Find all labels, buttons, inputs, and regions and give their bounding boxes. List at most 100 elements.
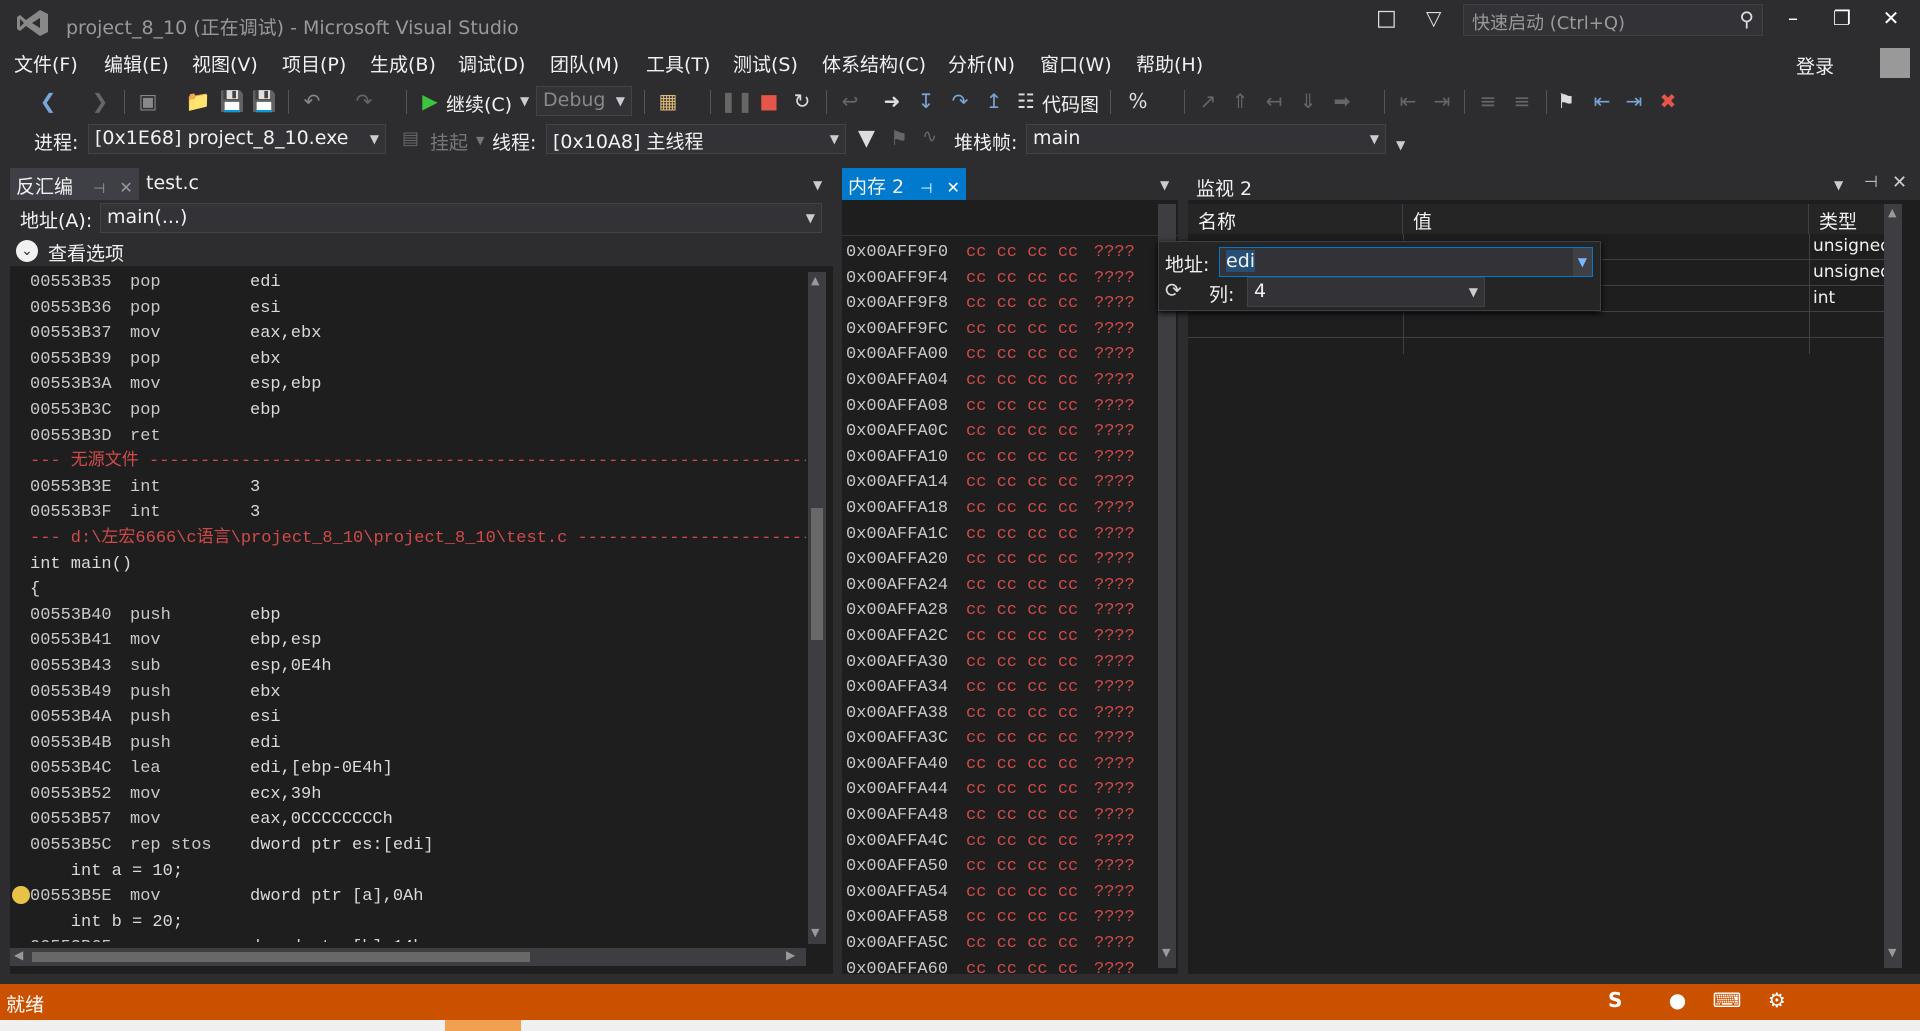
disassembly-line[interactable]: 00553B3A mov esp,ebp [30, 372, 806, 398]
memory-content[interactable]: 0x00AFF9F0 cc cc cc cc???? 0x00AFF9F4 cc cc… [846, 240, 1146, 975]
close-icon[interactable]: ✕ [1892, 172, 1907, 193]
chevron-down-icon[interactable]: ▼ [476, 134, 484, 147]
outdent-icon[interactable]: ↤ [1260, 84, 1288, 118]
menu-architecture[interactable]: 体系结构(C) [822, 50, 926, 77]
memory-row[interactable]: 0x00AFFA48 cc cc cc cc???? [846, 803, 1146, 829]
disassembly-line[interactable]: 00553B41 mov ebp,esp [30, 628, 806, 654]
memory-row[interactable]: 0x00AFFA10 cc cc cc cc???? [846, 445, 1146, 471]
menu-help[interactable]: 帮助(H) [1136, 50, 1203, 77]
break-all-icon[interactable]: ❚❚ [720, 84, 754, 118]
align-right-icon[interactable]: ⇥ [1428, 84, 1456, 118]
ime-toolbar[interactable]: S ● ⌨ ⚙ [1608, 984, 1920, 1020]
stack-frame-select[interactable]: main ▼ [1026, 124, 1386, 154]
disassembly-line[interactable]: 00553B4A push esi [30, 705, 806, 731]
disassembly-line[interactable]: --- d:\左宏6666\c语言\project_8_10\project_8… [30, 526, 806, 552]
memory-row[interactable]: 0x00AFFA00 cc cc cc cc???? [846, 342, 1146, 368]
scroll-down-icon[interactable]: ▼ [811, 926, 819, 939]
memory-row[interactable]: 0x00AFFA50 cc cc cc cc???? [846, 854, 1146, 880]
memory-row[interactable]: 0x00AFFA34 cc cc cc cc???? [846, 675, 1146, 701]
memory-row[interactable]: 0x00AFF9F4 cc cc cc cc???? [846, 266, 1146, 292]
suspend-icon[interactable]: ▤ [402, 128, 419, 149]
back-icon[interactable]: ❮ [34, 84, 62, 118]
scroll-down-icon[interactable]: ▼ [1888, 946, 1896, 959]
disassembly-line[interactable]: 00553B52 mov ecx,39h [30, 782, 806, 808]
close-icon[interactable]: ✕ [119, 178, 132, 197]
memory-row[interactable]: 0x00AFFA4C cc cc cc cc???? [846, 829, 1146, 855]
memory-row[interactable]: 0x00AFFA14 cc cc cc cc???? [846, 470, 1146, 496]
disassembly-line[interactable]: 00553B43 sub esp,0E4h [30, 654, 806, 680]
menu-edit[interactable]: 编辑(E) [104, 50, 169, 77]
open-file-icon[interactable]: 📁 [184, 84, 212, 118]
comment-icon[interactable]: ≡ [1474, 84, 1502, 118]
disassembly-line[interactable]: 00553B35 pop edi [30, 270, 806, 296]
scroll-down-icon[interactable]: ▼ [1162, 946, 1170, 959]
view-options-row[interactable]: ⌄ 查看选项 [10, 236, 833, 266]
disassembly-vertical-scrollbar[interactable]: ▲ ▼ [808, 272, 826, 944]
step-arrow-icon[interactable]: ➜ [878, 84, 906, 118]
save-all-icon[interactable]: 💾 [250, 84, 278, 118]
menu-view[interactable]: 视图(V) [192, 50, 258, 77]
close-icon[interactable]: ✕ [946, 178, 959, 197]
arrow-right-icon[interactable]: ➡ [1328, 84, 1356, 118]
scroll-thumb[interactable] [811, 508, 823, 640]
memory-row[interactable]: 0x00AFFA44 cc cc cc cc???? [846, 777, 1146, 803]
scroll-thumb[interactable] [32, 952, 530, 962]
disassembly-line[interactable]: 00553B3E int 3 [30, 475, 806, 501]
memory-row[interactable]: 0x00AFFA60 cc cc cc cc???? [846, 957, 1146, 975]
step-out-icon[interactable]: ↥ [980, 84, 1008, 118]
menu-project[interactable]: 项目(P) [282, 50, 346, 77]
step-over-icon[interactable]: ↷ [946, 84, 974, 118]
memory-row[interactable]: 0x00AFFA5C cc cc cc cc???? [846, 931, 1146, 957]
filter-icon[interactable]: ▼ [858, 126, 875, 151]
toggle-breakpoint-icon[interactable]: % [1124, 84, 1152, 118]
tab-memory-2[interactable]: 内存 2 ⊣ ✕ [842, 168, 966, 200]
tab-disassembly[interactable]: 反汇编 ⊣ ✕ [10, 168, 139, 200]
memory-row[interactable]: 0x00AFFA28 cc cc cc cc???? [846, 598, 1146, 624]
memory-row[interactable]: 0x00AFFA20 cc cc cc cc???? [846, 547, 1146, 573]
tab-test-c[interactable]: test.c [140, 168, 205, 200]
move-down-icon[interactable]: ⇓ [1294, 84, 1322, 118]
code-map-button[interactable]: 代码图 [1042, 90, 1099, 117]
disassembly-line[interactable]: 00553B39 pop ebx [30, 347, 806, 373]
menu-analyze[interactable]: 分析(N) [948, 50, 1015, 77]
stop-debugging-icon[interactable]: ■ [755, 84, 783, 118]
memory-row[interactable]: 0x00AFF9F0 cc cc cc cc???? [846, 240, 1146, 266]
memory-row[interactable]: 0x00AFFA30 cc cc cc cc???? [846, 650, 1146, 676]
memory-vertical-scrollbar[interactable]: ▼ [1158, 204, 1176, 968]
disassembly-line[interactable]: int main() [30, 552, 806, 578]
disassembly-line[interactable]: int a = 10; [30, 859, 806, 885]
menu-team[interactable]: 团队(M) [550, 50, 619, 77]
prev-bookmark-icon[interactable]: ⇤ [1588, 84, 1616, 118]
show-next-statement-icon[interactable]: ↩ [836, 84, 864, 118]
disassembly-horizontal-scrollbar[interactable]: ◀ ▶ [10, 948, 806, 966]
feedback-icon[interactable]: □ [1376, 6, 1397, 31]
taskbar-active-item[interactable] [445, 1020, 521, 1031]
process-icon[interactable]: ▦ [654, 84, 682, 118]
popup-columns-select[interactable]: 4 ▼ [1247, 277, 1485, 307]
disassembly-line[interactable]: 00553B36 pop esi [30, 296, 806, 322]
scroll-left-icon[interactable]: ◀ [14, 948, 23, 962]
disassembly-line[interactable]: 00553B4B push edi [30, 731, 806, 757]
new-project-icon[interactable]: ▣ [134, 84, 162, 118]
disassembly-line[interactable]: --- 无源文件 -------------------------------… [30, 449, 806, 475]
redo-icon[interactable]: ↷ [350, 84, 378, 118]
scroll-up-icon[interactable]: ▲ [811, 274, 819, 287]
process-select[interactable]: [0x1E68] project_8_10.exe ▼ [88, 124, 386, 154]
clear-bookmarks-icon[interactable]: ✖ [1654, 84, 1682, 118]
menu-build[interactable]: 生成(B) [370, 50, 436, 77]
undo-icon[interactable]: ↶ [298, 84, 326, 118]
menu-debug[interactable]: 调试(D) [458, 50, 525, 77]
disassembly-line[interactable]: 00553B37 mov eax,ebx [30, 321, 806, 347]
bookmark-icon[interactable]: ⚑ [1552, 84, 1580, 118]
menu-window[interactable]: 窗口(W) [1040, 50, 1112, 77]
scroll-right-icon[interactable]: ▶ [786, 948, 795, 962]
disassembly-line[interactable]: 00553B4C lea edi,[ebp-0E4h] [30, 756, 806, 782]
thread-select[interactable]: [0x10A8] 主线程 ▼ [546, 124, 846, 154]
disassembly-line[interactable]: 00553B65movdword ptr [b],14h [30, 935, 806, 942]
memory-row[interactable]: 0x00AFFA08 cc cc cc cc???? [846, 394, 1146, 420]
memory-row[interactable]: 0x00AFFA2C cc cc cc cc???? [846, 624, 1146, 650]
pin-icon[interactable]: ⊣ [920, 181, 932, 197]
disassembly-line[interactable]: 00553B3C pop ebp [30, 398, 806, 424]
close-window-button[interactable]: ✕ [1871, 6, 1911, 36]
memory-row[interactable]: 0x00AFFA54 cc cc cc cc???? [846, 880, 1146, 906]
